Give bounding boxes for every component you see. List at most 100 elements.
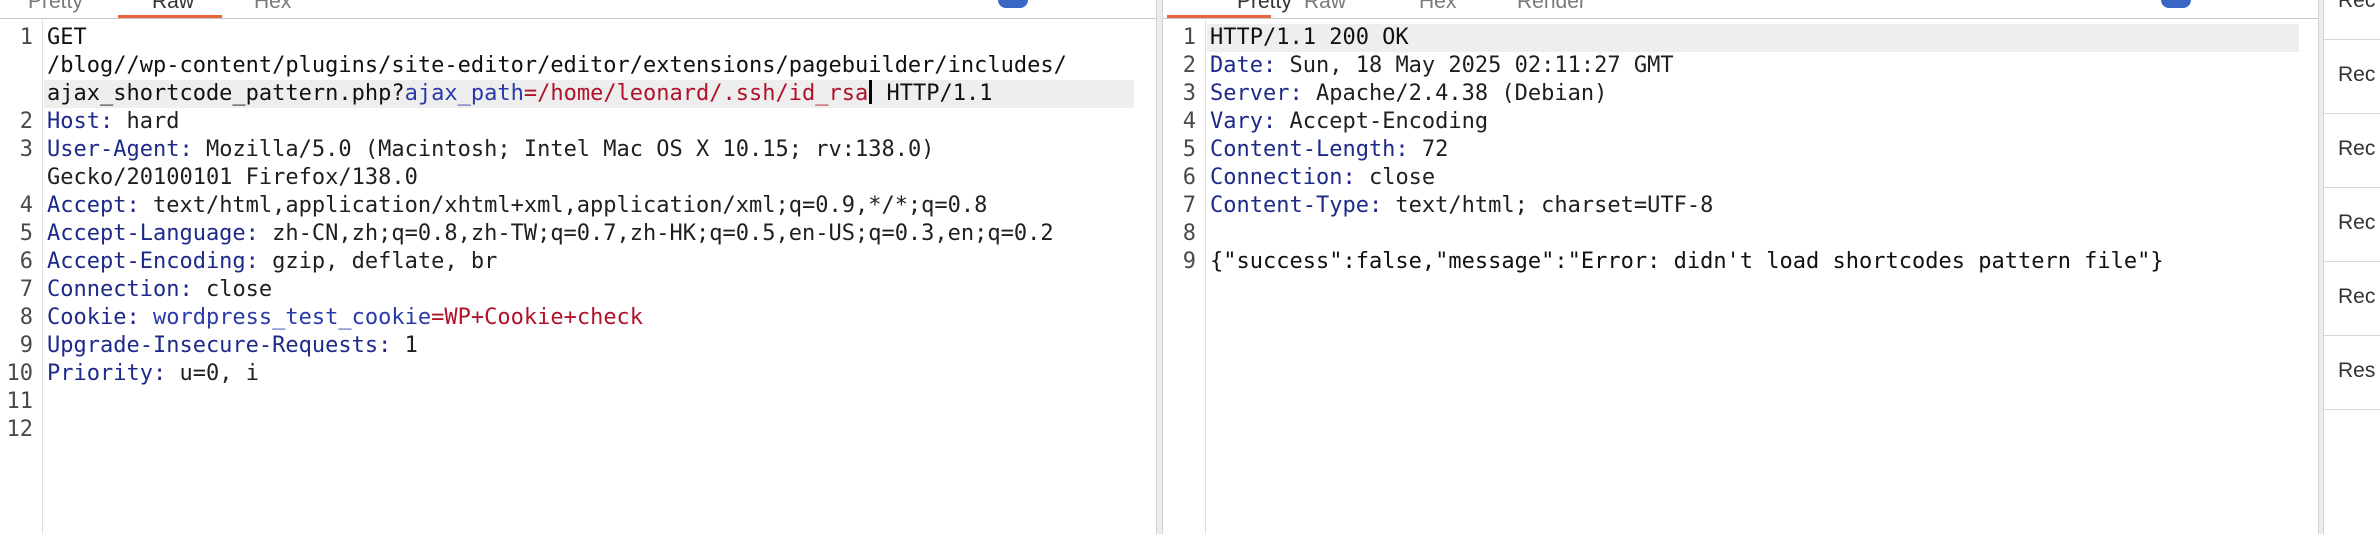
line-number-gutter: 1 2 3 4 5 6 7 8 9 10 11 12	[0, 19, 43, 534]
header-value: close	[192, 277, 273, 302]
line-number: 1	[19, 25, 33, 50]
sidebar-item-label: Rec	[2338, 0, 2376, 12]
search-icon[interactable]	[998, 0, 1028, 8]
header-value: hard	[113, 109, 180, 134]
tab-request-pretty[interactable]: Pretty	[28, 0, 83, 14]
line-number: 5	[19, 221, 33, 246]
line-number: 12	[6, 417, 34, 442]
header-name: Upgrade-Insecure-Requests:	[47, 333, 392, 358]
request-tabs: Pretty Raw Hex	[0, 0, 1156, 19]
sidebar-item[interactable]: Rec	[2324, 41, 2380, 114]
query-param-name: ajax_path	[404, 81, 524, 106]
header-value: text/html; charset=UTF-8	[1382, 193, 1714, 218]
header-line-continued: Gecko/20100101 Firefox/138.0	[47, 164, 418, 192]
header-name: Server:	[1210, 81, 1303, 106]
sidebar-item-label: Rec	[2338, 137, 2376, 160]
header-value: u=0, i	[166, 361, 259, 386]
text-cursor	[869, 80, 873, 104]
header-name: Accept-Language:	[47, 221, 259, 246]
header-line: Cookie: wordpress_test_cookie=WP+Cookie+…	[47, 304, 643, 332]
sidebar-item-label: Res	[2338, 359, 2376, 382]
line-number: 6	[19, 249, 33, 274]
header-line: Server: Apache/2.4.38 (Debian)	[1210, 80, 1607, 108]
response-pane: Pretty Raw Hex Render 1 2 3 4 5 6 7 8 9 …	[1163, 0, 2318, 534]
line-number: 11	[6, 389, 34, 414]
header-value: text/html,application/xhtml+xml,applicat…	[139, 193, 988, 218]
search-icon[interactable]	[2161, 0, 2191, 8]
header-line: Upgrade-Insecure-Requests: 1	[47, 332, 418, 360]
header-name: Cookie:	[47, 305, 140, 330]
query-param-equals: =	[523, 81, 538, 106]
header-value: Mozilla/5.0 (Macintosh; Intel Mac OS X 1…	[192, 137, 935, 162]
sidebar-item-label: Rec	[2338, 285, 2376, 308]
response-editor[interactable]: 1 2 3 4 5 6 7 8 9 HTTP/1.1 200 OK Date: …	[1163, 19, 2318, 534]
header-name: Host:	[47, 109, 114, 134]
header-value: Apache/2.4.38 (Debian)	[1302, 81, 1608, 106]
line-number: 5	[1182, 137, 1196, 162]
tab-response-raw[interactable]: Raw	[1304, 0, 1346, 14]
request-line: /blog//wp-content/plugins/site-editor/ed…	[47, 52, 1067, 80]
header-value: 72	[1408, 137, 1449, 162]
sidebar-item[interactable]: Rec	[2324, 0, 2380, 40]
header-name: Date:	[1210, 53, 1277, 78]
tab-request-hex[interactable]: Hex	[254, 0, 291, 14]
sidebar-item-label: Rec	[2338, 211, 2376, 234]
cookie-name: wordpress_test_cookie	[139, 305, 432, 330]
pane-splitter[interactable]	[1156, 0, 1163, 534]
line-number: 4	[19, 193, 33, 218]
header-value: Sun, 18 May 2025 02:11:27 GMT	[1276, 53, 1674, 78]
line-number: 1	[1182, 25, 1196, 50]
request-line: ajax_shortcode_pattern.php?ajax_path=/ho…	[47, 80, 992, 108]
header-line: Connection: close	[1210, 164, 1435, 192]
sidebar-item-label: Rec	[2338, 63, 2376, 86]
http-method: GET	[47, 25, 87, 50]
request-path: /blog//wp-content/plugins/site-editor/ed…	[47, 53, 1067, 78]
cookie-equals: =	[431, 305, 445, 330]
line-number: 8	[19, 305, 33, 330]
header-name: Accept:	[47, 193, 140, 218]
sidebar-item[interactable]: Rec	[2324, 189, 2380, 262]
header-name: Connection:	[1210, 165, 1356, 190]
line-number: 10	[6, 361, 34, 386]
header-name: Content-Type:	[1210, 193, 1383, 218]
tab-request-raw[interactable]: Raw	[152, 0, 194, 14]
header-name: User-Agent:	[47, 137, 193, 162]
status-text: HTTP/1.1 200 OK	[1210, 25, 1409, 50]
header-name: Vary:	[1210, 109, 1277, 134]
header-name: Accept-Encoding:	[47, 249, 259, 274]
header-name: Priority:	[47, 361, 167, 386]
sidebar-item[interactable]: Rec	[2324, 263, 2380, 336]
sidebar-item[interactable]: Res	[2324, 337, 2380, 410]
http-version: HTTP/1.1	[873, 81, 993, 106]
header-line: Accept-Encoding: gzip, deflate, br	[47, 248, 497, 276]
header-line: Accept: text/html,application/xhtml+xml,…	[47, 192, 987, 220]
header-value: Accept-Encoding	[1276, 109, 1489, 134]
tab-response-render[interactable]: Render	[1517, 0, 1586, 14]
header-line: Priority: u=0, i	[47, 360, 259, 388]
line-number: 4	[1182, 109, 1196, 134]
line-number: 3	[19, 137, 33, 162]
line-number: 7	[1182, 193, 1196, 218]
line-number: 2	[19, 109, 33, 134]
line-number-gutter: 1 2 3 4 5 6 7 8 9	[1163, 19, 1206, 534]
request-line: GET	[47, 24, 87, 52]
header-line: User-Agent: Mozilla/5.0 (Macintosh; Inte…	[47, 136, 934, 164]
header-line: Accept-Language: zh-CN,zh;q=0.8,zh-TW;q=…	[47, 220, 1054, 248]
header-line: Content-Length: 72	[1210, 136, 1448, 164]
header-line: Host: hard	[47, 108, 179, 136]
header-line: Content-Type: text/html; charset=UTF-8	[1210, 192, 1713, 220]
header-value: zh-CN,zh;q=0.8,zh-TW;q=0.7,zh-HK;q=0.5,e…	[258, 221, 1054, 246]
header-name: Connection:	[47, 277, 193, 302]
line-number: 7	[19, 277, 33, 302]
cookie-value: WP+Cookie+check	[444, 305, 644, 330]
header-value: 1	[391, 333, 418, 358]
tab-response-hex[interactable]: Hex	[1419, 0, 1456, 14]
sidebar-item[interactable]: Rec	[2324, 115, 2380, 188]
response-tabs: Pretty Raw Hex Render	[1163, 0, 2318, 19]
line-number: 6	[1182, 165, 1196, 190]
request-path: ajax_shortcode_pattern.php?	[47, 81, 405, 106]
request-editor[interactable]: 1 2 3 4 5 6 7 8 9 10 11 12 GET /blog//wp…	[0, 19, 1156, 534]
active-tab-indicator	[118, 15, 222, 18]
header-name: Content-Length:	[1210, 137, 1409, 162]
tab-response-pretty[interactable]: Pretty	[1237, 0, 1292, 14]
